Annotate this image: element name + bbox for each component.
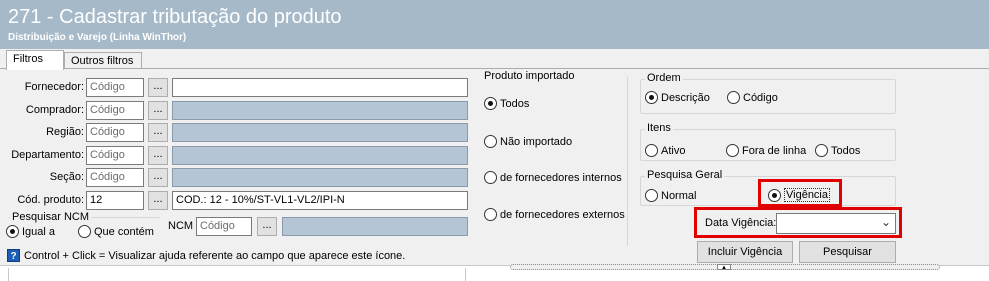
radio-unselected-icon [726, 144, 739, 157]
incluir-vigencia-button[interactable]: Incluir Vigência [697, 241, 793, 263]
ncm-igual-a-label: Igual a [22, 225, 56, 238]
window-title: 271 - Cadastrar tributação do produto [8, 6, 342, 28]
chevron-down-icon[interactable]: ⌄ [881, 215, 891, 229]
data-vigencia-picker[interactable]: ⌄ [776, 213, 896, 234]
comprador-search-button[interactable]: ... [148, 101, 168, 120]
pesquisar-ncm-title: Pesquisar NCM [10, 211, 92, 223]
grid-column-divider [465, 268, 466, 281]
tab-filtros-label: Filtros [13, 53, 43, 65]
itens-fora-de-linha-label: Fora de linha [742, 144, 807, 157]
itens-todos-label: Todos [831, 144, 861, 157]
comprador-code-input[interactable]: Código [86, 101, 144, 120]
fornecedor-description [172, 78, 468, 97]
tab-outros-filtros[interactable]: Outros filtros [64, 52, 142, 69]
cod-produto-search-button[interactable]: ... [148, 191, 168, 210]
tab-filtros[interactable]: Filtros [6, 50, 64, 70]
departamento-label: Departamento: [11, 149, 84, 161]
cod-produto-input[interactable]: 12 [86, 191, 144, 210]
radio-unselected-icon [727, 91, 740, 104]
radio-unselected-icon [645, 144, 658, 157]
ncm-description [282, 217, 468, 236]
itens-title: Itens [645, 122, 673, 134]
ordem-descricao-label: Descrição [661, 91, 710, 104]
fornecedor-search-button[interactable]: ... [148, 78, 168, 97]
radio-unselected-icon [484, 208, 497, 221]
radio-unselected-icon [815, 144, 828, 157]
help-icon: ? [7, 249, 20, 262]
fornecedor-code-input[interactable]: Código [86, 78, 144, 97]
window-subtitle: Distribuição e Varejo (Linha WinThor) [8, 32, 187, 43]
radio-selected-icon [645, 91, 658, 104]
regiao-code-input[interactable]: Código [86, 123, 144, 142]
filters-panel: Fornecedor: Código ... Comprador: Código… [0, 69, 989, 265]
pesquisa-vigencia-radio[interactable]: Vigência [768, 188, 830, 202]
radio-unselected-icon [484, 171, 497, 184]
secao-description [172, 168, 468, 187]
radio-unselected-icon [78, 225, 91, 238]
radio-selected-icon [768, 188, 781, 202]
cod-produto-description: COD.: 12 - 10%/ST-VL1-VL2/IPI-N [172, 191, 468, 210]
tab-bar: Filtros Outros filtros [0, 49, 989, 70]
pesquisa-normal-label: Normal [661, 189, 697, 202]
ncm-que-contem-label: Que contém [94, 225, 154, 238]
produto-importado-title: Produto importado [482, 70, 577, 82]
radio-selected-icon [6, 225, 19, 238]
data-vigencia-label: Data Vigência: [705, 217, 777, 229]
secao-search-button[interactable]: ... [148, 168, 168, 187]
nao-importado-radio[interactable]: Não importado [484, 135, 572, 148]
secao-label: Seção: [49, 171, 84, 183]
itens-fora-de-linha-radio[interactable]: Fora de linha [726, 144, 806, 157]
ncm-code-input[interactable]: Código [196, 217, 252, 236]
departamento-code-input[interactable]: Código [86, 146, 144, 165]
itens-todos-radio[interactable]: Todos [815, 144, 860, 157]
departamento-description [172, 146, 468, 165]
fornecedores-internos-radio[interactable]: de fornecedores internos [484, 171, 622, 184]
radio-selected-icon [484, 97, 497, 110]
chevron-up-icon[interactable]: ▲ [717, 264, 731, 271]
comprador-description [172, 101, 468, 120]
importado-todos-label: Todos [500, 97, 530, 110]
regiao-search-button[interactable]: ... [148, 123, 168, 142]
departamento-search-button[interactable]: ... [148, 146, 168, 165]
pesquisa-vigencia-label: Vigência [784, 188, 830, 202]
fornecedores-externos-label: de fornecedores externos [500, 208, 625, 221]
pesquisa-normal-radio[interactable]: Normal [645, 189, 696, 202]
ordem-descricao-radio[interactable]: Descrição [645, 91, 710, 104]
pesquisar-button[interactable]: Pesquisar [799, 241, 896, 263]
window-header: 271 - Cadastrar tributação do produto Di… [0, 0, 989, 49]
ncm-search-button[interactable]: ... [257, 217, 277, 236]
itens-ativo-radio[interactable]: Ativo [645, 144, 685, 157]
itens-ativo-label: Ativo [661, 144, 686, 157]
fornecedor-label: Fornecedor: [24, 81, 84, 93]
radio-unselected-icon [645, 189, 658, 202]
ncm-label: NCM [168, 220, 194, 232]
pesquisa-geral-title: Pesquisa Geral [645, 169, 725, 181]
ordem-title: Ordem [645, 72, 683, 84]
ncm-que-contem-radio[interactable]: Que contém [78, 225, 154, 238]
grid-column-divider [8, 268, 9, 281]
ncm-igual-a-radio[interactable]: Igual a [6, 225, 55, 238]
tab-outros-filtros-label: Outros filtros [71, 55, 134, 67]
fornecedores-externos-radio[interactable]: de fornecedores externos [484, 208, 625, 221]
regiao-description [172, 123, 468, 142]
cod-produto-label: Cód. produto: [17, 194, 84, 206]
help-text: Control + Click = Visualizar ajuda refer… [24, 250, 406, 262]
secao-code-input[interactable]: Código [86, 168, 144, 187]
nao-importado-label: Não importado [500, 135, 573, 148]
ordem-codigo-radio[interactable]: Código [727, 91, 778, 104]
ordem-codigo-label: Código [743, 91, 778, 104]
fornecedores-internos-label: de fornecedores internos [500, 171, 622, 184]
comprador-label: Comprador: [25, 104, 84, 116]
importado-todos-radio[interactable]: Todos [484, 97, 529, 110]
regiao-label: Região: [46, 126, 84, 138]
radio-unselected-icon [484, 135, 497, 148]
